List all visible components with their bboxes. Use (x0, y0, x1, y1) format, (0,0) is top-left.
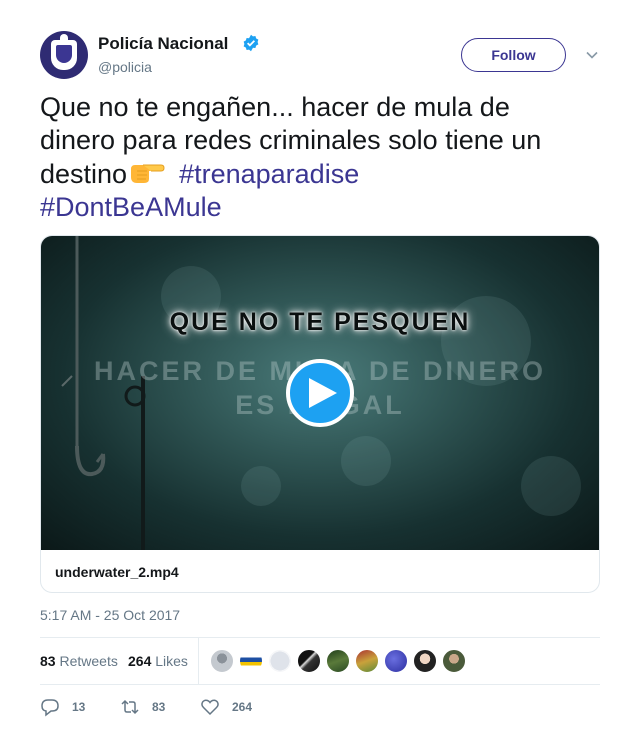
video-player[interactable]: HACER DE MULA DE DINERO ES ILEGAL QUE NO… (41, 236, 599, 550)
handle[interactable]: @policia (98, 59, 152, 75)
reply-button[interactable]: 13 (40, 697, 85, 717)
tweet-header: Policía Nacional @policia Follow (40, 31, 600, 81)
stats-divider (198, 638, 199, 685)
retweet-count: 83 (152, 700, 166, 714)
avatar[interactable] (40, 31, 88, 79)
avatar[interactable] (413, 649, 437, 673)
tweet-timestamp[interactable]: 5:17 AM - 25 Oct 2017 (40, 607, 180, 623)
video-filename[interactable]: underwater_2.mp4 (55, 564, 179, 580)
avatar[interactable] (210, 649, 234, 673)
retweets-label: Retweets (59, 653, 118, 669)
retweet-button[interactable]: 83 (120, 697, 165, 717)
likes-stat[interactable]: 264 Likes (128, 653, 188, 669)
chevron-down-icon[interactable] (585, 48, 599, 62)
avatar[interactable] (297, 649, 321, 673)
avatar[interactable] (326, 649, 350, 673)
tweet-stats: 83 Retweets 264 Likes (40, 637, 600, 685)
avatar[interactable] (384, 649, 408, 673)
retweets-stat[interactable]: 83 Retweets (40, 653, 118, 669)
heart-icon (201, 699, 219, 716)
avatar[interactable] (239, 649, 263, 673)
video-title: QUE NO TE PESQUEN (169, 308, 471, 336)
play-icon (308, 378, 337, 408)
likes-count: 264 (128, 653, 152, 669)
avatar[interactable] (268, 649, 292, 673)
follow-button[interactable]: Follow (461, 38, 566, 72)
tweet-actions: 13 83 264 (40, 697, 600, 717)
retweets-count: 83 (40, 653, 56, 669)
play-button[interactable] (286, 359, 354, 427)
hashtag-trenaparadise[interactable]: #trenaparadise (179, 159, 359, 189)
retweet-icon (121, 699, 139, 715)
hashtag-dontbeamule[interactable]: #DontBeAMule (40, 192, 222, 222)
like-button[interactable]: 264 (200, 697, 252, 717)
avatar[interactable] (442, 649, 466, 673)
reply-icon (41, 699, 59, 717)
display-name[interactable]: Policía Nacional (98, 34, 228, 54)
video-card[interactable]: HACER DE MULA DE DINERO ES ILEGAL QUE NO… (40, 235, 600, 593)
avatar[interactable] (355, 649, 379, 673)
tweet-text: Que no te engañen... hacer de mula de di… (40, 91, 580, 224)
pointing-hand-emoji (131, 164, 165, 183)
likes-label: Likes (155, 653, 188, 669)
verified-icon (243, 34, 259, 52)
like-count: 264 (232, 700, 253, 714)
reply-count: 13 (72, 700, 86, 714)
